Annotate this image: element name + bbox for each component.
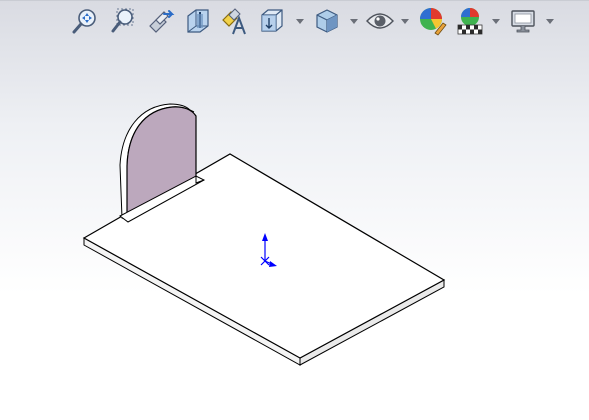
graphics-area[interactable] xyxy=(0,0,589,420)
model-view[interactable] xyxy=(0,0,589,420)
